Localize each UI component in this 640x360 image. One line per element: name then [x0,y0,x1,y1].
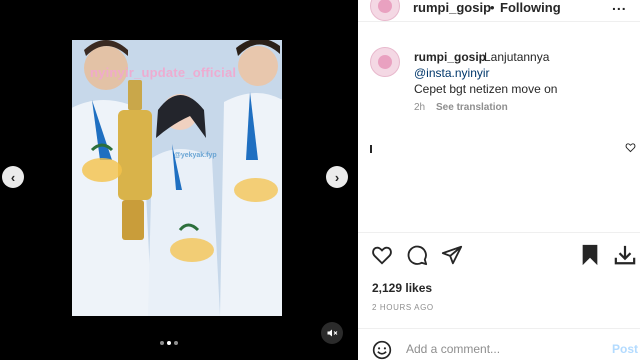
download-icon[interactable] [613,244,637,266]
caption-text-line2: Cepet bgt netizen move on [414,82,558,96]
see-translation-button[interactable]: See translation [436,102,508,113]
carousel-dot [160,341,164,345]
save-bookmark-icon[interactable] [580,244,600,266]
more-options-button[interactable]: ... [612,0,627,13]
comment-input[interactable]: Add a comment... [406,342,500,356]
following-button[interactable]: Following [500,0,561,15]
divider [358,328,640,329]
video-frame[interactable]: nyinyir_update_official @yekyak.fyp [72,40,282,316]
post-timestamp: 2 HOURS AGO [372,303,434,312]
comment-like-icon[interactable] [625,142,636,153]
post-comment-button[interactable]: Post [612,342,638,356]
carousel-next-button[interactable]: › [326,166,348,188]
caption-timestamp[interactable]: 2h [414,102,425,113]
divider [358,232,640,233]
video-still [72,40,282,316]
post-detail-panel: rumpi_gosip • Following ... rumpi_gosip … [358,0,640,360]
muted-speaker-icon [327,329,338,337]
like-count[interactable]: 2,129 likes [372,281,432,295]
comment-icon[interactable] [406,244,428,266]
caption-username[interactable]: rumpi_gosip [414,50,486,64]
chevron-left-icon: ‹ [10,169,16,185]
carousel-dot [174,341,178,345]
media-viewer: nyinyir_update_official @yekyak.fyp ‹ › [0,0,358,360]
emoji-icon[interactable] [372,340,392,360]
comment-edge-marker [370,145,372,153]
header-separator: • [490,0,495,15]
caption-text-line1: Lanjutannya [484,50,550,64]
like-icon[interactable] [371,244,393,266]
carousel-indicator [160,341,178,345]
post-header: rumpi_gosip • Following ... [358,0,640,22]
caption-mention-link[interactable]: @insta.nyinyir [414,66,490,80]
avatar[interactable] [370,0,400,21]
carousel-prev-button[interactable]: ‹ [2,166,24,188]
share-icon[interactable] [441,244,463,266]
instagram-post-modal: nyinyir_update_official @yekyak.fyp ‹ › … [0,0,640,360]
chevron-right-icon: › [334,169,340,185]
video-tag-text: @yekyak.fyp [174,152,217,159]
header-username[interactable]: rumpi_gosip [413,0,491,15]
caption-avatar[interactable] [370,47,400,77]
mute-button[interactable] [321,322,343,344]
carousel-dot-active [167,341,171,345]
video-watermark-text: nyinyir_update_official [90,65,237,80]
